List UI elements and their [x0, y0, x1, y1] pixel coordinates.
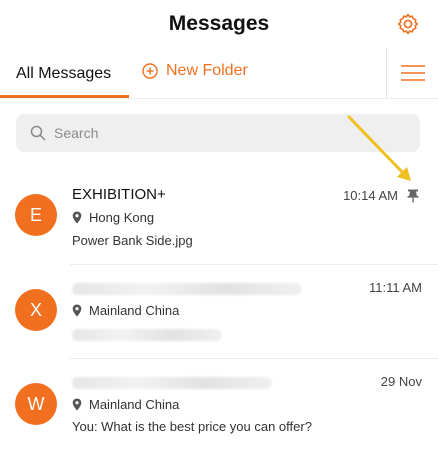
- avatar: E: [15, 194, 57, 236]
- redacted-last-message: [72, 329, 222, 341]
- avatar: X: [15, 289, 57, 331]
- last-message: You: What is the best price you can offe…: [72, 419, 312, 434]
- contact-location: Hong Kong: [72, 210, 154, 225]
- tab-divider: [386, 48, 387, 98]
- page-title: Messages: [168, 12, 270, 35]
- folder-tabs: All Messages New Folder: [0, 48, 438, 99]
- active-tab-indicator: [0, 95, 129, 98]
- conversation-row[interactable]: X Mainland China 11:11 AM: [0, 265, 438, 359]
- header-bar: Messages: [0, 0, 438, 48]
- location-label: Mainland China: [89, 397, 180, 412]
- location-pin-icon: [72, 211, 82, 224]
- location-label: Mainland China: [89, 303, 180, 318]
- contact-name: EXHIBITION+: [72, 186, 166, 203]
- message-time: 29 Nov: [380, 374, 422, 389]
- location-pin-icon: [72, 304, 82, 317]
- last-message: Power Bank Side.jpg: [72, 233, 193, 248]
- message-time: 10:14 AM: [343, 188, 398, 203]
- gear-icon[interactable]: [396, 12, 420, 36]
- avatar: W: [15, 383, 57, 425]
- contact-location: Mainland China: [72, 397, 179, 412]
- plus-circle-icon: [142, 63, 158, 79]
- message-time: 11:11 AM: [369, 280, 422, 295]
- tab-all-messages[interactable]: All Messages: [16, 65, 111, 83]
- redacted-contact-name: [72, 377, 272, 389]
- annotation-arrow-icon: [347, 115, 411, 181]
- location-pin-icon: [72, 398, 82, 411]
- conversation-row[interactable]: W Mainland China You: What is the best p…: [0, 359, 438, 453]
- new-folder-button[interactable]: New Folder: [142, 62, 248, 80]
- pinned-icon: [407, 189, 419, 203]
- search-placeholder: Search: [54, 125, 99, 141]
- contact-location: Mainland China: [72, 303, 179, 318]
- new-folder-label: New Folder: [166, 62, 248, 79]
- hamburger-menu-icon[interactable]: [400, 64, 426, 82]
- location-label: Hong Kong: [89, 210, 155, 225]
- search-icon: [30, 125, 46, 141]
- redacted-contact-name: [72, 283, 302, 295]
